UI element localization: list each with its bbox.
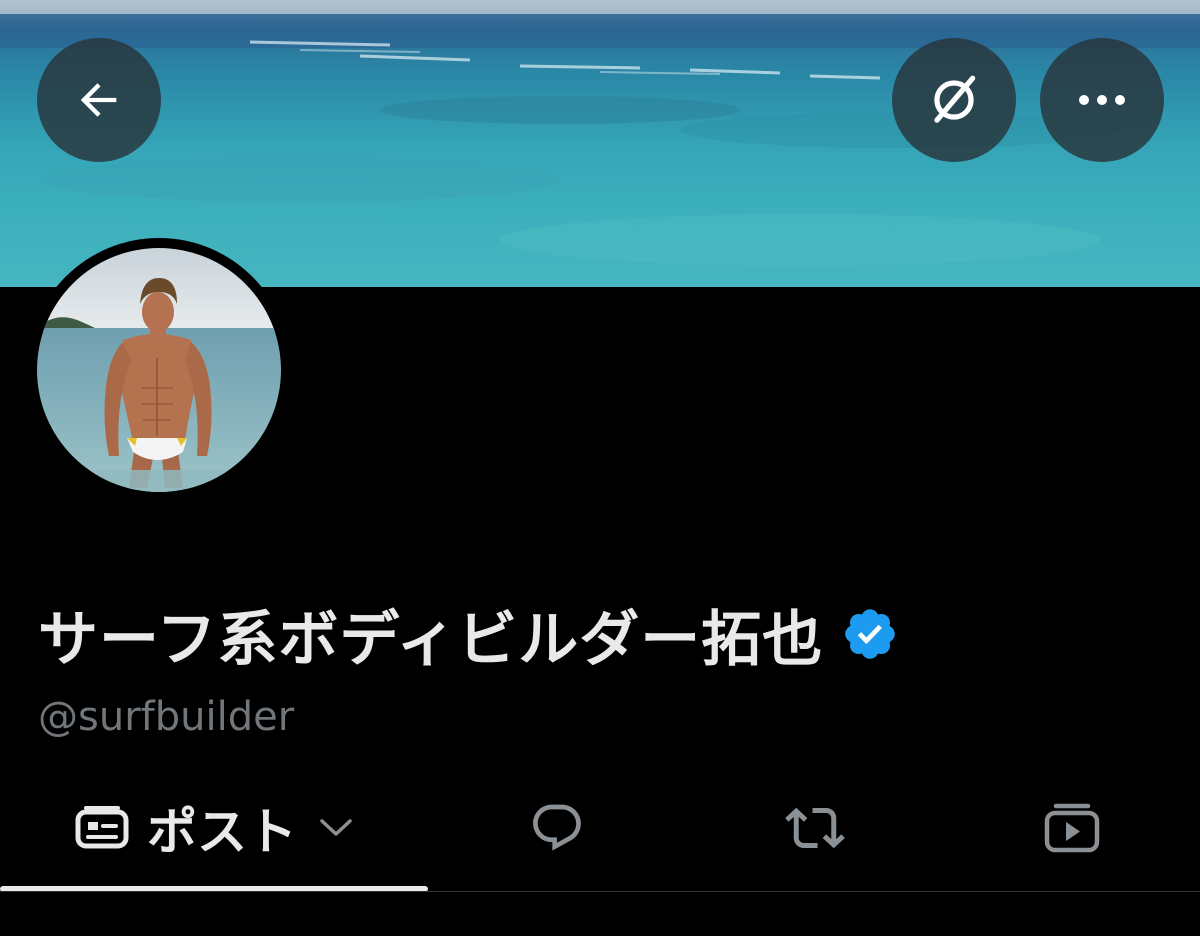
arrow-left-icon: [80, 83, 117, 117]
verified-badge-icon[interactable]: [841, 605, 899, 663]
profile-name-row: サーフ系ボディビルダー拓也: [38, 596, 899, 675]
avatar-photo: [37, 248, 281, 492]
tab-reposts[interactable]: [686, 770, 944, 886]
tab-posts[interactable]: ポスト: [0, 770, 428, 886]
more-horizontal-icon: [1079, 95, 1125, 105]
display-name: サーフ系ボディビルダー拓也: [38, 604, 824, 675]
profile-tabs: ポスト: [0, 770, 1200, 892]
tab-posts-label: ポスト: [147, 803, 297, 861]
tabs-divider: [0, 891, 1200, 892]
avatar[interactable]: [37, 248, 281, 492]
repost-icon: [785, 807, 845, 849]
posts-icon: [75, 806, 129, 849]
media-icon: [1044, 803, 1100, 853]
back-button[interactable]: [37, 38, 161, 162]
chevron-down-icon[interactable]: [319, 818, 353, 838]
grok-icon: [934, 75, 976, 123]
more-options-button[interactable]: [1040, 38, 1164, 162]
tab-media[interactable]: [944, 770, 1200, 886]
grok-button[interactable]: [892, 38, 1016, 162]
profile-page: サーフ系ボディビルダー拓也 @surfbuilder ポスト: [0, 0, 1200, 936]
reply-bubble-icon: [533, 804, 581, 851]
profile-handle: @surfbuilder: [38, 694, 295, 740]
tab-replies[interactable]: [428, 770, 686, 886]
